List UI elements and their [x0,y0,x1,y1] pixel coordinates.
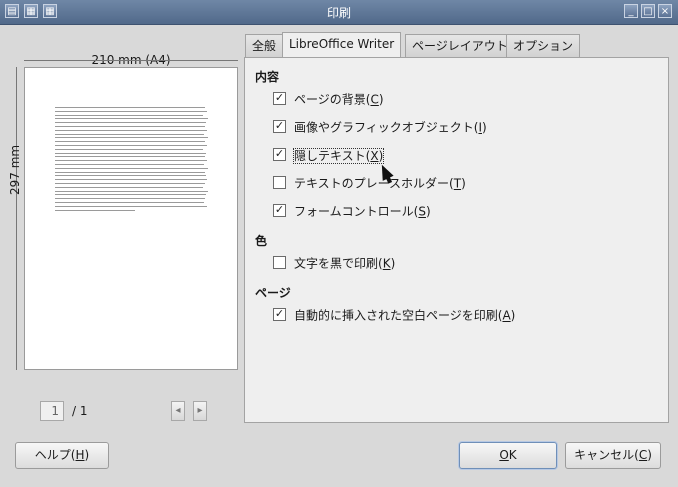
minimize-icon[interactable]: _ [624,4,638,18]
preview-text-line [55,164,204,165]
tab-options[interactable]: オプション [506,34,581,57]
preview-text-line [55,133,204,135]
preview-text-line [55,171,205,173]
preview-text-line [55,156,205,158]
graphics-checkbox[interactable]: ✓ [273,120,286,133]
pages-heading: ページ [255,286,291,300]
tab-libreoffice-writer[interactable]: LibreOffice Writer [282,32,402,58]
black-text-checkbox[interactable] [273,256,286,269]
preview-text-line [55,194,206,196]
window-title: 印刷 [326,6,351,20]
height-dimension-line [16,67,17,370]
hidden-text-checkbox[interactable]: ✓ [273,148,286,161]
color-heading: 色 [255,234,268,248]
hidden-text-label: 隠しテキスト [294,148,366,163]
preview-text-line [55,152,206,154]
preview-text-line [55,122,206,124]
preview-text-line [55,110,207,112]
tab-general[interactable]: 全般 [245,34,284,57]
ok-button[interactable]: OK [459,442,557,469]
preview-text-line [55,129,207,131]
option-placeholder[interactable]: テキストのプレースホルダー(T) [273,174,466,192]
background-key: C [370,92,379,107]
form-controls-checkbox[interactable]: ✓ [273,204,286,217]
background-label: ページの背景 [294,92,366,107]
preview-text-line [55,179,207,181]
form-controls-label: フォームコントロール [294,204,414,219]
placeholder-label: テキストのプレースホルダー [294,176,450,191]
auto-blank-label: 自動的に挿入された空白ページを印刷 [294,308,498,323]
form-controls-key: S [418,204,426,219]
page-number-field[interactable]: 1 [40,401,64,421]
preview-text-line [55,118,208,120]
graphics-label: 画像やグラフィックオブジェクト [294,120,474,135]
preview-text-line [55,175,206,177]
preview-text-line [55,202,204,203]
preview-text-line [55,145,207,146]
preview-text-line [55,209,135,211]
option-black-text[interactable]: 文字を黒で印刷(K) [273,254,395,272]
hidden-text-key: X [370,148,379,163]
option-graphics[interactable]: ✓ 画像やグラフィックオブジェクト(I) [273,118,487,136]
option-background[interactable]: ✓ ページの背景(C) [273,90,384,108]
option-auto-blank-pages[interactable]: ✓ 自動的に挿入された空白ページを印刷(A) [273,306,515,324]
preview-text-line [55,167,208,169]
preview-text-line [55,107,205,108]
preview-text-line [55,126,205,127]
preview-text-line [55,198,205,200]
maximize-icon[interactable]: □ [641,4,655,18]
preview-text-line [55,148,203,150]
background-checkbox[interactable]: ✓ [273,92,286,105]
preview-text-line [55,141,205,143]
cancel-button[interactable]: キャンセル(C) [565,442,661,469]
next-page-button[interactable]: ▸ [193,401,207,421]
previous-page-button[interactable]: ◂ [171,401,185,421]
title-bar: ▤ ▦ ▦ 印刷 _ □ × [0,0,678,25]
preview-text-line [55,186,203,188]
page-total: / 1 [72,404,88,418]
close-icon[interactable]: × [658,4,672,18]
placeholder-key: T [453,176,462,191]
graphics-key: I [478,120,482,135]
auto-blank-key: A [502,308,511,323]
option-form-controls[interactable]: ✓ フォームコントロール(S) [273,202,431,220]
print-preview [24,67,238,370]
preview-text-line [55,183,205,184]
black-text-key: K [382,256,391,271]
tab-page-layout[interactable]: ページレイアウト [405,34,515,57]
preview-text-line [55,137,208,139]
contents-heading: 内容 [255,70,280,84]
black-text-label: 文字を黒で印刷 [294,256,379,271]
preview-text-line [55,190,208,192]
option-hidden-text[interactable]: ✓ 隠しテキスト(X) [273,146,385,164]
options-panel [244,57,669,423]
preview-text-line [55,160,207,162]
preview-text-line [55,114,203,116]
help-button[interactable]: ヘルプ(H) [15,442,109,469]
width-dimension-line [24,60,238,61]
auto-blank-checkbox[interactable]: ✓ [273,308,286,321]
placeholder-checkbox[interactable] [273,176,286,189]
paper-height-label: 297 mm [8,144,22,195]
preview-text-line [55,205,207,207]
